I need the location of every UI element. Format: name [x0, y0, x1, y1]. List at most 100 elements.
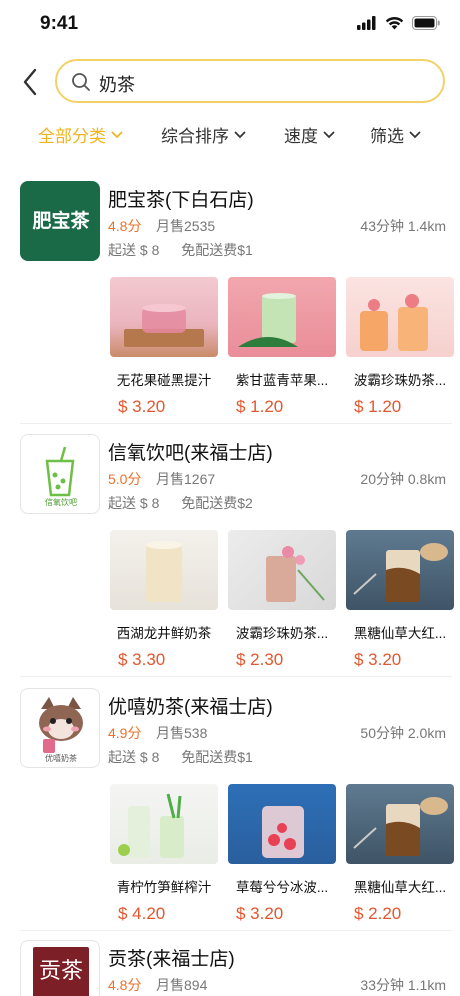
shop-sales: 月售894	[156, 977, 208, 993]
filter-label: 筛选	[370, 127, 404, 146]
product-price: $ 3.20	[236, 904, 284, 923]
product-item[interactable]: 黑糖仙草大红... $ 2.20	[346, 784, 454, 924]
product-price: $ 3.30	[118, 650, 166, 669]
product-image	[346, 277, 454, 357]
shop-name: 信氧饮吧(来福士店)	[108, 443, 273, 464]
filter-label: 综合排序	[161, 127, 229, 146]
shop-logo-text: 贡茶	[38, 959, 83, 984]
product-name: 无花果碰黑提汁	[116, 373, 212, 388]
delivery-fee: 免配送费$1	[181, 749, 253, 765]
product-list: 西湖龙井鲜奶茶 $ 3.30 波霸珍珠奶茶... $ 2.30 黑糖仙草大红..…	[110, 530, 460, 670]
filter-all-categories[interactable]: 全部分类	[38, 122, 123, 147]
product-image	[110, 530, 218, 610]
shop-distance: 50分钟 2.0km	[360, 725, 446, 741]
product-list: 无花果碰黑提汁 $ 3.20 紫甘蓝青苹果... $ 1.20 波霸珍珠奶茶..…	[110, 277, 460, 417]
shop-fees: 起送 $ 8 免配送费$2	[108, 493, 271, 513]
divider	[20, 423, 452, 424]
product-image	[110, 784, 218, 864]
product-image	[228, 784, 336, 864]
search-input[interactable]: 奶茶	[55, 59, 445, 103]
status-icons	[357, 16, 440, 30]
product-name: 青柠竹笋鲜榨汁	[116, 880, 212, 895]
battery-icon	[412, 16, 440, 30]
shop-rating: 4.8分	[108, 977, 142, 993]
shop-distance: 33分钟 1.1km	[360, 977, 446, 993]
shop-fees: 起送 $ 8 免配送费$1	[108, 747, 271, 767]
product-item[interactable]: 西湖龙井鲜奶茶 $ 3.30	[110, 530, 218, 670]
shop-card[interactable]: 肥宝茶 肥宝茶(下白石店) 4.8分 月售2535 43分钟 1.4km 起送 …	[0, 181, 460, 421]
chevron-left-icon	[23, 68, 37, 96]
shop-logo: 贡茶	[20, 940, 100, 996]
product-item[interactable]: 波霸珍珠奶茶... $ 2.30	[228, 530, 336, 670]
shop-card[interactable]: 信氧饮吧 信氧饮吧(来福士店) 5.0分 月售1267 20分钟 0.8km 起…	[0, 434, 460, 674]
shop-logo-text: 肥宝茶	[32, 211, 90, 232]
min-order: 起送 $ 8	[108, 242, 160, 258]
filter-sort[interactable]: 综合排序	[161, 122, 246, 147]
chevron-down-icon	[323, 130, 335, 138]
shop-distance: 20分钟 0.8km	[360, 471, 446, 487]
shop-logo-text: 信氧饮吧	[45, 498, 77, 507]
delivery-fee: 免配送费$2	[181, 495, 253, 511]
shop-name: 贡茶(来福士店)	[108, 949, 235, 970]
status-time: 9:41	[40, 13, 79, 34]
product-image	[110, 277, 218, 357]
wifi-icon	[385, 16, 404, 30]
product-name: 波霸珍珠奶茶...	[353, 373, 447, 388]
product-price: $ 3.20	[118, 397, 166, 416]
shop-card[interactable]: 优嘻奶茶 优嘻奶茶(来福士店) 4.9分 月售538 50分钟 2.0km 起送…	[0, 688, 460, 928]
filter-screen[interactable]: 筛选	[370, 122, 421, 147]
status-bar: 9:41	[0, 0, 460, 46]
shop-name: 优嘻奶茶(来福士店)	[108, 697, 273, 718]
product-price: $ 1.20	[354, 397, 402, 416]
shop-rating: 4.9分	[108, 725, 142, 741]
shop-logo-text: 优嘻奶茶	[45, 754, 77, 763]
delivery-fee: 免配送费$1	[181, 242, 253, 258]
product-name: 黑糖仙草大红...	[353, 626, 447, 641]
divider	[20, 676, 452, 677]
product-name: 西湖龙井鲜奶茶	[116, 626, 212, 641]
filter-bar: 全部分类 综合排序 速度 筛选	[0, 122, 460, 152]
product-name: 紫甘蓝青苹果...	[235, 373, 329, 388]
signal-icon	[357, 16, 376, 30]
shop-rating: 4.8分	[108, 218, 142, 234]
product-image	[228, 277, 336, 357]
filter-label: 速度	[284, 127, 318, 146]
product-item[interactable]: 草莓兮兮冰波... $ 3.20	[228, 784, 336, 924]
filter-label: 全部分类	[38, 127, 106, 146]
search-icon	[72, 73, 90, 91]
product-item[interactable]: 紫甘蓝青苹果... $ 1.20	[228, 277, 336, 417]
search-row: 奶茶	[0, 56, 460, 108]
search-query: 奶茶	[99, 75, 135, 95]
product-image	[346, 784, 454, 864]
back-button[interactable]	[14, 64, 46, 100]
shop-rating: 5.0分	[108, 471, 142, 487]
product-item[interactable]: 青柠竹笋鲜榨汁 $ 4.20	[110, 784, 218, 924]
shop-name: 肥宝茶(下白石店)	[108, 190, 254, 211]
product-image	[228, 530, 336, 610]
product-item[interactable]: 波霸珍珠奶茶... $ 1.20	[346, 277, 454, 417]
product-price: $ 2.30	[236, 650, 284, 669]
shop-sales: 月售2535	[156, 218, 216, 234]
product-name: 黑糖仙草大红...	[353, 880, 447, 895]
shop-sales: 月售538	[156, 725, 208, 741]
shop-logo: 信氧饮吧	[20, 434, 100, 514]
shop-sales: 月售1267	[156, 471, 216, 487]
product-price: $ 4.20	[118, 904, 166, 923]
product-name: 草莓兮兮冰波...	[235, 880, 329, 895]
chevron-down-icon	[111, 130, 123, 138]
shop-distance: 43分钟 1.4km	[360, 218, 446, 234]
shop-logo: 优嘻奶茶	[20, 688, 100, 768]
min-order: 起送 $ 8	[108, 495, 160, 511]
product-item[interactable]: 黑糖仙草大红... $ 3.20	[346, 530, 454, 670]
product-name: 波霸珍珠奶茶...	[235, 626, 329, 641]
shop-card[interactable]: 贡茶 贡茶(来福士店) 4.8分 月售894 33分钟 1.1km	[0, 940, 460, 996]
chevron-down-icon	[409, 130, 421, 138]
product-price: $ 2.20	[354, 904, 402, 923]
filter-speed[interactable]: 速度	[284, 122, 335, 147]
min-order: 起送 $ 8	[108, 749, 160, 765]
divider	[20, 930, 452, 931]
product-item[interactable]: 无花果碰黑提汁 $ 3.20	[110, 277, 218, 417]
shop-fees: 起送 $ 8 免配送费$1	[108, 240, 271, 260]
product-list: 青柠竹笋鲜榨汁 $ 4.20 草莓兮兮冰波... $ 3.20 黑糖仙草大红..…	[110, 784, 460, 924]
product-price: $ 1.20	[236, 397, 284, 416]
